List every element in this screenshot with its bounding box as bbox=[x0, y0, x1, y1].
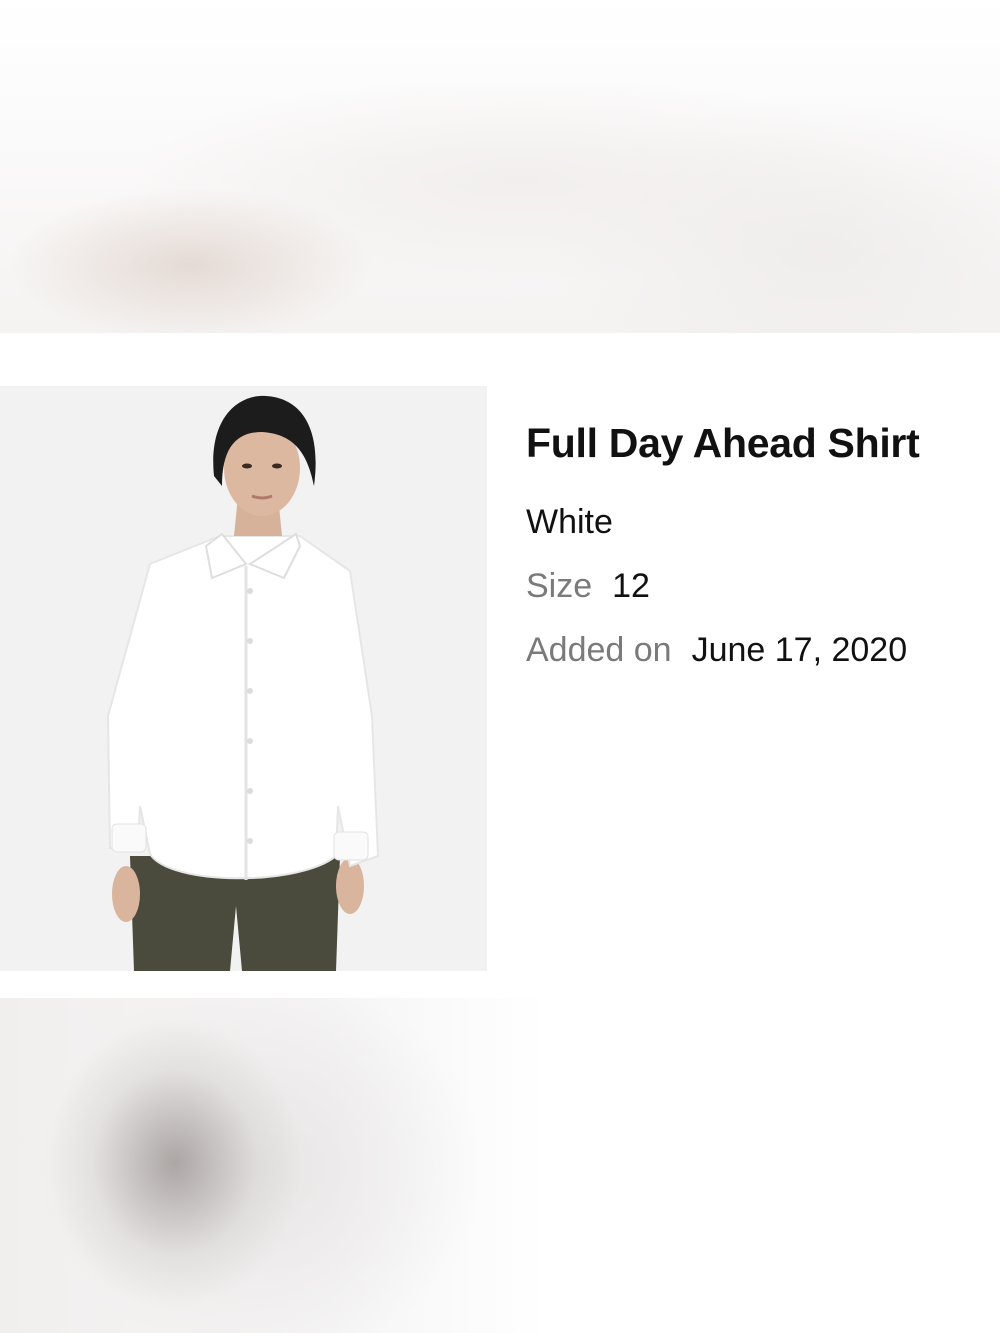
blurred-next-item bbox=[0, 998, 548, 1333]
size-value: 12 bbox=[612, 567, 650, 605]
added-label: Added on bbox=[526, 631, 672, 669]
blurred-previous-item bbox=[0, 0, 1000, 333]
product-photo bbox=[0, 386, 487, 971]
product-info: Full Day Ahead Shirt White Size 12 Added … bbox=[526, 418, 986, 694]
product-image[interactable] bbox=[0, 386, 487, 971]
added-date-row: Added on June 17, 2020 bbox=[526, 630, 986, 670]
added-date-value: June 17, 2020 bbox=[691, 631, 908, 669]
size-label: Size bbox=[526, 567, 593, 605]
product-color: White bbox=[526, 503, 613, 541]
product-title[interactable]: Full Day Ahead Shirt bbox=[526, 418, 986, 468]
size-row: Size 12 bbox=[526, 566, 986, 606]
